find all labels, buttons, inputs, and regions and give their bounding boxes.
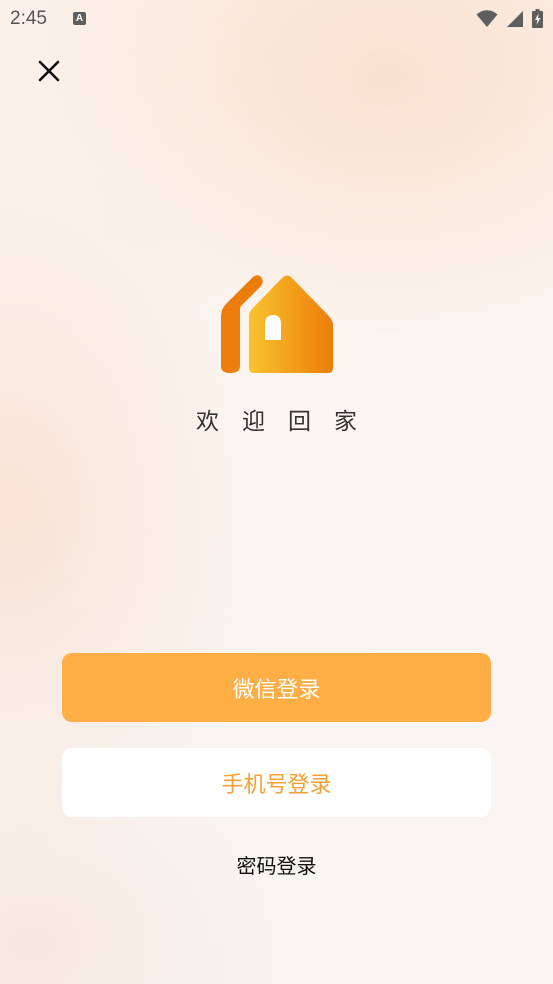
close-icon xyxy=(38,60,60,82)
signal-icon xyxy=(507,10,523,27)
phone-login-button[interactable]: 手机号登录 xyxy=(62,748,491,817)
status-bar: 2:45 A xyxy=(0,0,553,38)
wifi-icon xyxy=(476,9,498,27)
password-login-link[interactable]: 密码登录 xyxy=(0,850,553,879)
wechat-login-button[interactable]: 微信登录 xyxy=(62,653,491,722)
close-button[interactable] xyxy=(34,56,64,86)
home-logo-icon xyxy=(221,275,333,373)
status-time: 2:45 xyxy=(10,8,47,29)
welcome-title: 欢迎回家 xyxy=(196,409,380,435)
battery-charging-icon xyxy=(532,9,543,28)
status-icons xyxy=(476,9,543,28)
notification-a-icon: A xyxy=(73,12,86,25)
